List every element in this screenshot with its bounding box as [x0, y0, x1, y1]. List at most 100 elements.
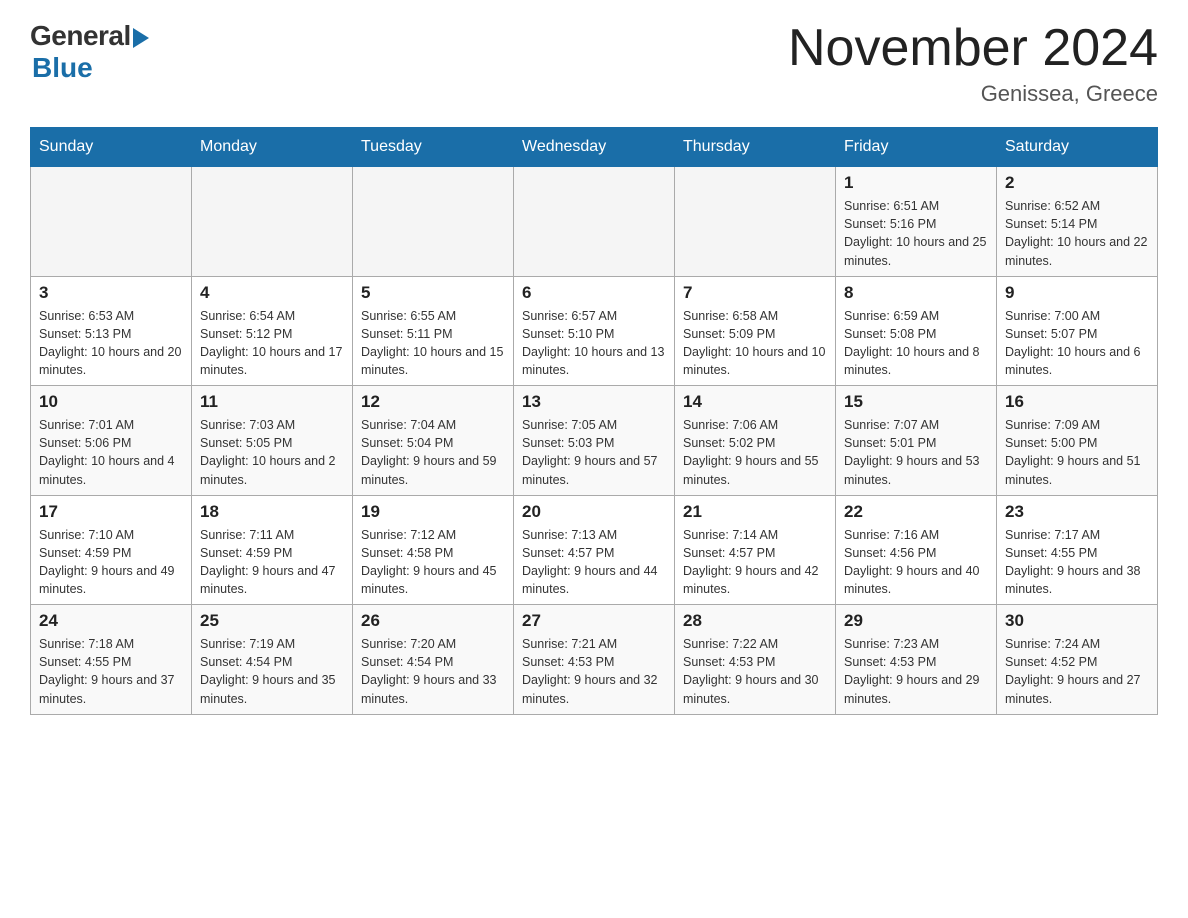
- day-number: 13: [522, 392, 666, 412]
- calendar-cell: 18Sunrise: 7:11 AM Sunset: 4:59 PM Dayli…: [192, 495, 353, 605]
- calendar-cell: 15 Sunrise: 7:07 AM Sunset: 5:01 PM Dayli…: [836, 386, 997, 496]
- day-info: Sunrise: 7:03 AM Sunset: 5:05 PM Dayligh…: [200, 416, 344, 489]
- day-number: 12: [361, 392, 505, 412]
- calendar-week-2: 3 Sunrise: 6:53 AM Sunset: 5:13 PM Daylig…: [31, 276, 1158, 386]
- calendar-cell: 9Sunrise: 7:00 AM Sunset: 5:07 PM Daylig…: [997, 276, 1158, 386]
- day-info: Sunrise: 7:18 AM Sunset: 4:55 PM Dayligh…: [39, 635, 183, 708]
- day-number: 5: [361, 283, 505, 303]
- calendar-cell: 14 Sunrise: 7:06 AM Sunset: 5:02 PM Dayli…: [675, 386, 836, 496]
- calendar-cell: 12 Sunrise: 7:04 AM Sunset: 5:04 PM Dayli…: [353, 386, 514, 496]
- calendar-week-4: 17 Sunrise: 7:10 AM Sunset: 4:59 PM Dayli…: [31, 495, 1158, 605]
- day-number: 1: [844, 173, 988, 193]
- day-number: 10: [39, 392, 183, 412]
- calendar-cell: 7 Sunrise: 6:58 AM Sunset: 5:09 PM Daylig…: [675, 276, 836, 386]
- day-number: 7: [683, 283, 827, 303]
- calendar-cell: 24Sunrise: 7:18 AM Sunset: 4:55 PM Dayli…: [31, 605, 192, 715]
- logo: General Blue: [30, 20, 149, 84]
- calendar-cell: 20 Sunrise: 7:13 AM Sunset: 4:57 PM Dayli…: [514, 495, 675, 605]
- day-info: Sunrise: 6:57 AM Sunset: 5:10 PM Dayligh…: [522, 307, 666, 380]
- weekday-header-saturday: Saturday: [997, 128, 1158, 167]
- weekday-header-wednesday: Wednesday: [514, 128, 675, 167]
- calendar-header: SundayMondayTuesdayWednesdayThursdayFrid…: [31, 128, 1158, 167]
- page-header: General Blue November 2024 Genissea, Gre…: [30, 20, 1158, 107]
- day-number: 2: [1005, 173, 1149, 193]
- weekday-header-thursday: Thursday: [675, 128, 836, 167]
- day-number: 29: [844, 611, 988, 631]
- day-info: Sunrise: 7:12 AM Sunset: 4:58 PM Dayligh…: [361, 526, 505, 599]
- day-number: 23: [1005, 502, 1149, 522]
- day-info: Sunrise: 6:54 AM Sunset: 5:12 PM Dayligh…: [200, 307, 344, 380]
- day-number: 6: [522, 283, 666, 303]
- weekday-header-tuesday: Tuesday: [353, 128, 514, 167]
- day-number: 21: [683, 502, 827, 522]
- day-info: Sunrise: 7:17 AM Sunset: 4:55 PM Dayligh…: [1005, 526, 1149, 599]
- calendar-cell: 21 Sunrise: 7:14 AM Sunset: 4:57 PM Dayli…: [675, 495, 836, 605]
- calendar-body: 1 Sunrise: 6:51 AM Sunset: 5:16 PM Daylig…: [31, 167, 1158, 715]
- calendar-cell: [514, 167, 675, 277]
- weekday-header-monday: Monday: [192, 128, 353, 167]
- calendar-week-3: 10Sunrise: 7:01 AM Sunset: 5:06 PM Dayli…: [31, 386, 1158, 496]
- day-number: 30: [1005, 611, 1149, 631]
- day-number: 8: [844, 283, 988, 303]
- calendar-week-1: 1 Sunrise: 6:51 AM Sunset: 5:16 PM Daylig…: [31, 167, 1158, 277]
- day-info: Sunrise: 7:13 AM Sunset: 4:57 PM Dayligh…: [522, 526, 666, 599]
- day-info: Sunrise: 7:24 AM Sunset: 4:52 PM Dayligh…: [1005, 635, 1149, 708]
- logo-blue-text: Blue: [32, 52, 93, 84]
- calendar-cell: [192, 167, 353, 277]
- day-number: 11: [200, 392, 344, 412]
- calendar-cell: 17 Sunrise: 7:10 AM Sunset: 4:59 PM Dayli…: [31, 495, 192, 605]
- day-number: 20: [522, 502, 666, 522]
- calendar-cell: [675, 167, 836, 277]
- calendar-cell: 6 Sunrise: 6:57 AM Sunset: 5:10 PM Daylig…: [514, 276, 675, 386]
- calendar-cell: 30 Sunrise: 7:24 AM Sunset: 4:52 PM Dayli…: [997, 605, 1158, 715]
- day-info: Sunrise: 7:16 AM Sunset: 4:56 PM Dayligh…: [844, 526, 988, 599]
- calendar-cell: 22Sunrise: 7:16 AM Sunset: 4:56 PM Dayli…: [836, 495, 997, 605]
- calendar-cell: 8Sunrise: 6:59 AM Sunset: 5:08 PM Daylig…: [836, 276, 997, 386]
- logo-arrow-icon: [133, 28, 149, 48]
- calendar-cell: 27Sunrise: 7:21 AM Sunset: 4:53 PM Dayli…: [514, 605, 675, 715]
- day-number: 27: [522, 611, 666, 631]
- calendar-cell: 25 Sunrise: 7:19 AM Sunset: 4:54 PM Dayli…: [192, 605, 353, 715]
- day-info: Sunrise: 7:04 AM Sunset: 5:04 PM Dayligh…: [361, 416, 505, 489]
- day-number: 14: [683, 392, 827, 412]
- calendar-title: November 2024: [788, 20, 1158, 77]
- calendar-cell: 29 Sunrise: 7:23 AM Sunset: 4:53 PM Dayli…: [836, 605, 997, 715]
- calendar-table: SundayMondayTuesdayWednesdayThursdayFrid…: [30, 127, 1158, 715]
- day-number: 19: [361, 502, 505, 522]
- day-info: Sunrise: 7:14 AM Sunset: 4:57 PM Dayligh…: [683, 526, 827, 599]
- day-number: 15: [844, 392, 988, 412]
- calendar-cell: 13 Sunrise: 7:05 AM Sunset: 5:03 PM Dayli…: [514, 386, 675, 496]
- day-info: Sunrise: 6:52 AM Sunset: 5:14 PM Dayligh…: [1005, 197, 1149, 270]
- day-info: Sunrise: 7:20 AM Sunset: 4:54 PM Dayligh…: [361, 635, 505, 708]
- calendar-cell: 10Sunrise: 7:01 AM Sunset: 5:06 PM Dayli…: [31, 386, 192, 496]
- day-info: Sunrise: 7:07 AM Sunset: 5:01 PM Dayligh…: [844, 416, 988, 489]
- day-info: Sunrise: 6:55 AM Sunset: 5:11 PM Dayligh…: [361, 307, 505, 380]
- calendar-location: Genissea, Greece: [788, 81, 1158, 107]
- day-info: Sunrise: 7:22 AM Sunset: 4:53 PM Dayligh…: [683, 635, 827, 708]
- day-info: Sunrise: 7:00 AM Sunset: 5:07 PM Dayligh…: [1005, 307, 1149, 380]
- calendar-week-5: 24Sunrise: 7:18 AM Sunset: 4:55 PM Dayli…: [31, 605, 1158, 715]
- day-number: 25: [200, 611, 344, 631]
- day-info: Sunrise: 7:05 AM Sunset: 5:03 PM Dayligh…: [522, 416, 666, 489]
- day-info: Sunrise: 7:19 AM Sunset: 4:54 PM Dayligh…: [200, 635, 344, 708]
- calendar-cell: 3 Sunrise: 6:53 AM Sunset: 5:13 PM Daylig…: [31, 276, 192, 386]
- day-info: Sunrise: 6:53 AM Sunset: 5:13 PM Dayligh…: [39, 307, 183, 380]
- calendar-cell: 28 Sunrise: 7:22 AM Sunset: 4:53 PM Dayli…: [675, 605, 836, 715]
- day-info: Sunrise: 7:06 AM Sunset: 5:02 PM Dayligh…: [683, 416, 827, 489]
- day-number: 28: [683, 611, 827, 631]
- day-info: Sunrise: 6:58 AM Sunset: 5:09 PM Dayligh…: [683, 307, 827, 380]
- calendar-cell: 11 Sunrise: 7:03 AM Sunset: 5:05 PM Dayli…: [192, 386, 353, 496]
- calendar-cell: 19 Sunrise: 7:12 AM Sunset: 4:58 PM Dayli…: [353, 495, 514, 605]
- day-number: 3: [39, 283, 183, 303]
- day-info: Sunrise: 7:23 AM Sunset: 4:53 PM Dayligh…: [844, 635, 988, 708]
- day-info: Sunrise: 6:51 AM Sunset: 5:16 PM Dayligh…: [844, 197, 988, 270]
- day-number: 17: [39, 502, 183, 522]
- day-info: Sunrise: 7:10 AM Sunset: 4:59 PM Dayligh…: [39, 526, 183, 599]
- calendar-cell: 23 Sunrise: 7:17 AM Sunset: 4:55 PM Dayli…: [997, 495, 1158, 605]
- calendar-cell: 1 Sunrise: 6:51 AM Sunset: 5:16 PM Daylig…: [836, 167, 997, 277]
- day-info: Sunrise: 7:11 AM Sunset: 4:59 PM Dayligh…: [200, 526, 344, 599]
- day-number: 26: [361, 611, 505, 631]
- calendar-cell: 4 Sunrise: 6:54 AM Sunset: 5:12 PM Daylig…: [192, 276, 353, 386]
- day-number: 4: [200, 283, 344, 303]
- weekday-header-friday: Friday: [836, 128, 997, 167]
